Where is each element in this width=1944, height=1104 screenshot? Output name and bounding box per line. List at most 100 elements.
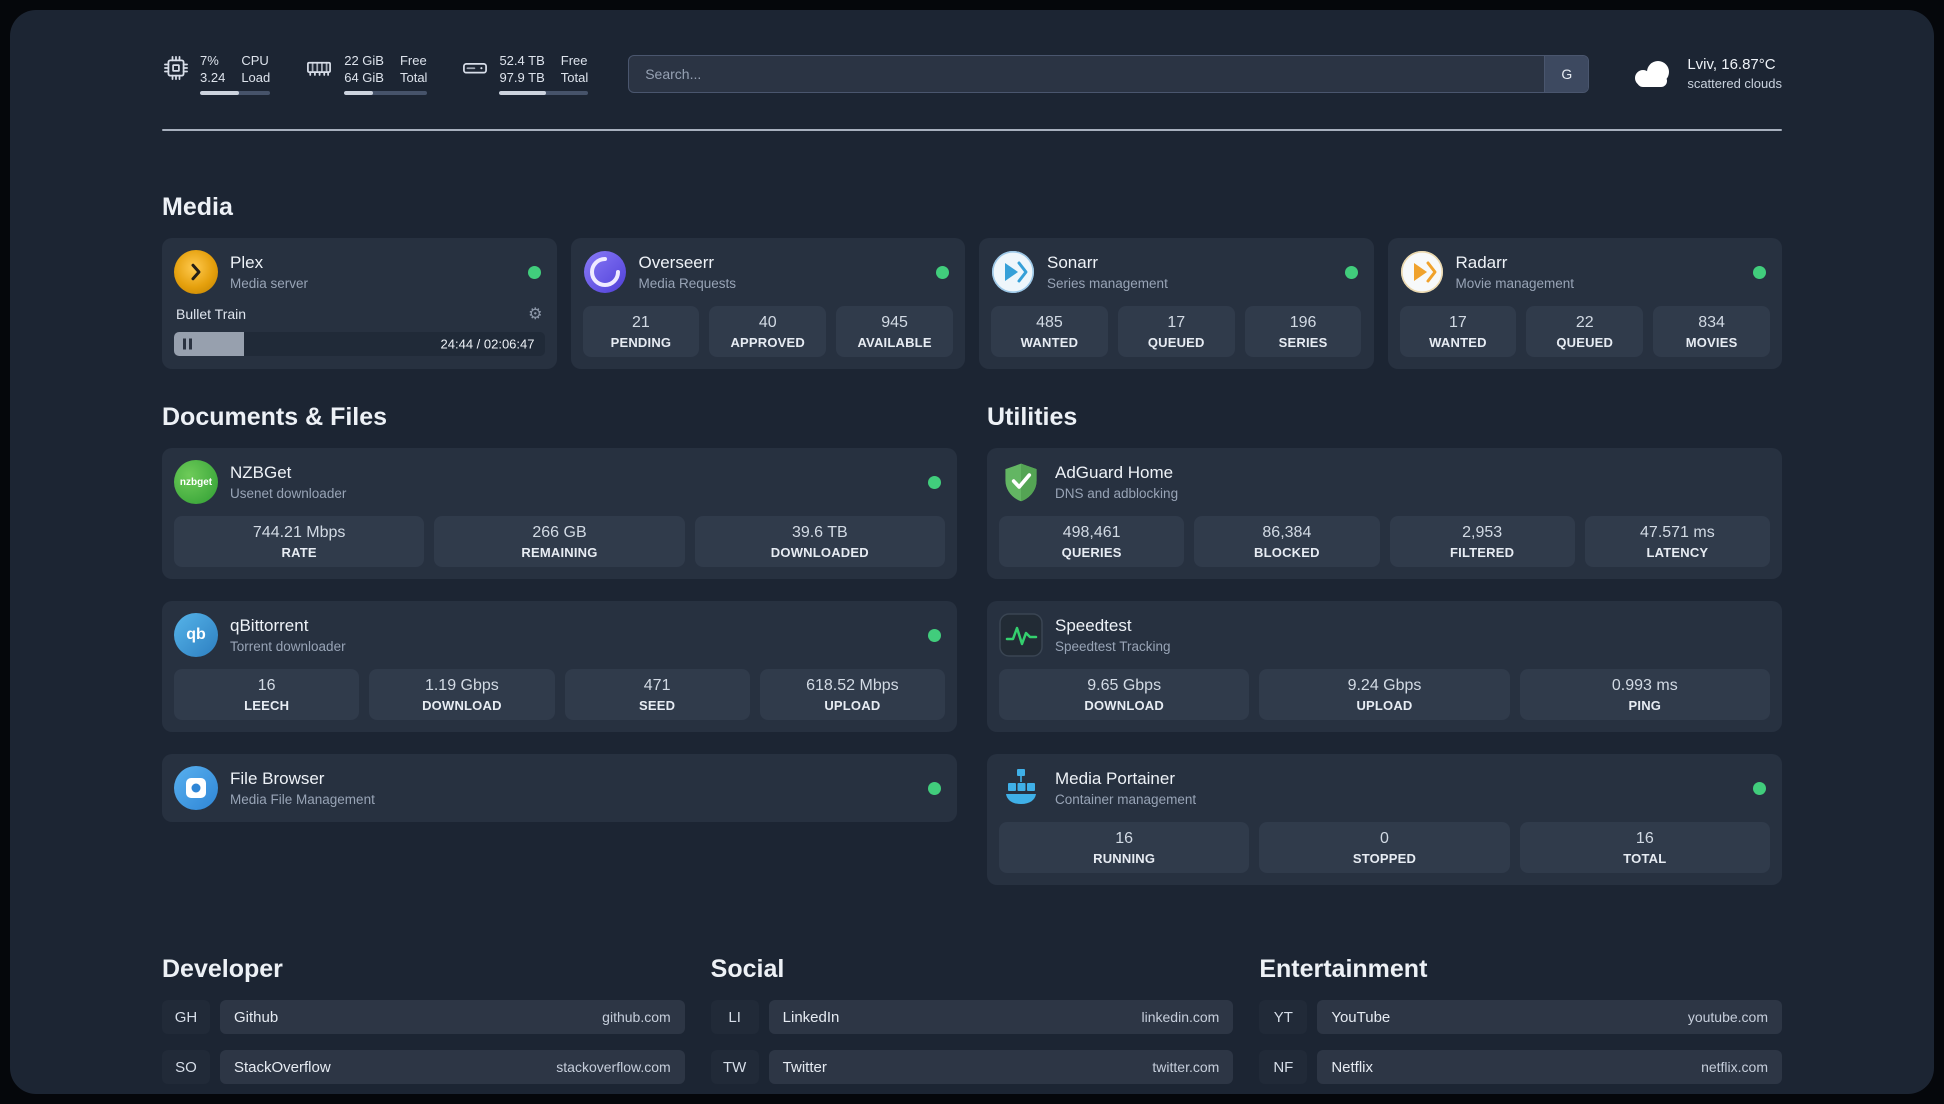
plex-progress-bar[interactable]: 24:44 / 02:06:47: [174, 332, 545, 356]
bookmark-abbr: TW: [710, 1050, 759, 1084]
stat-blocked: 86,384 BLOCKED: [1194, 516, 1380, 567]
service-name: File Browser: [230, 769, 325, 788]
section-title-developer: Developer: [162, 955, 283, 983]
stat-stopped: 0 STOPPED: [1259, 822, 1510, 873]
section-developer: Developer GH Github github.com SO StackO…: [162, 955, 685, 1094]
stat-leech: 16 LEECH: [174, 669, 360, 720]
bookmark-abbr: NF: [1259, 1050, 1308, 1084]
cpu-load-label: Load: [241, 70, 271, 85]
disk-free-label: Free: [560, 53, 588, 68]
adguard-icon: [999, 460, 1043, 504]
service-name: Plex: [230, 253, 264, 272]
service-card-qbittorrent[interactable]: qb qBittorrent Torrent downloader 16 LEE…: [162, 601, 957, 732]
status-dot: [928, 781, 941, 795]
memory-free-value: 22 GiB: [344, 53, 384, 68]
plex-track-title: Bullet Train: [176, 306, 247, 322]
weather-widget[interactable]: Lviv, 16.87°C scattered clouds: [1629, 56, 1782, 91]
bookmark-url: netflix.com: [1701, 1059, 1768, 1075]
search-input[interactable]: [629, 55, 1545, 92]
plex-settings-icon[interactable]: ⚙: [528, 304, 542, 324]
service-name: Media Portainer: [1055, 769, 1176, 788]
bookmark-name: YouTube: [1331, 1008, 1391, 1026]
stat-pending: 21 PENDING: [582, 306, 700, 357]
stat-available: 945 AVAILABLE: [836, 306, 953, 357]
stat-series: 196 SERIES: [1244, 306, 1362, 357]
status-dot: [1753, 781, 1766, 795]
qbittorrent-icon: qb: [174, 613, 218, 657]
disk-total-value: 97.9 TB: [499, 70, 545, 85]
service-description: Torrent downloader: [230, 639, 346, 654]
service-card-plex[interactable]: Plex Media server Bullet Train ⚙ 24:44 /…: [162, 238, 557, 369]
bookmark-abbr: SO: [162, 1050, 210, 1084]
weather-location: Lviv, 16.87°C: [1687, 56, 1776, 73]
cpu-percent: 7%: [200, 53, 219, 68]
cloud-icon: [1629, 57, 1675, 91]
stat-queued: 22 QUEUED: [1526, 306, 1644, 357]
status-dot: [1753, 265, 1766, 279]
disk-usage-bar: [499, 91, 589, 95]
stat-wanted: 17 WANTED: [1399, 306, 1517, 357]
stat-ping: 0.993 ms PING: [1519, 669, 1770, 720]
filebrowser-icon: [174, 766, 218, 810]
stat-remaining: 266 GB REMAINING: [434, 516, 685, 567]
bookmark-twitter[interactable]: TW Twitter twitter.com: [710, 1050, 1234, 1084]
service-name: Radarr: [1455, 253, 1508, 272]
bookmark-abbr: LI: [710, 1000, 759, 1034]
service-name: AdGuard Home: [1055, 463, 1174, 482]
bookmark-netflix[interactable]: NF Netflix netflix.com: [1259, 1050, 1782, 1084]
bookmark-url: twitter.com: [1152, 1059, 1220, 1075]
memory-free-label: Free: [399, 53, 427, 68]
bookmark-url: linkedin.com: [1141, 1009, 1220, 1025]
pause-icon[interactable]: [183, 338, 192, 350]
service-card-overseerr[interactable]: Overseerr Media Requests 21 PENDING 40 A…: [570, 238, 965, 369]
bookmark-youtube[interactable]: YT YouTube youtube.com: [1259, 1000, 1782, 1034]
disk-icon: [461, 54, 489, 82]
stat-seed: 471 SEED: [564, 669, 750, 720]
speedtest-icon: [999, 613, 1043, 657]
weather-condition: scattered clouds: [1687, 76, 1782, 91]
dashboard: 7% 3.24 CPU Load 22 GiB 64 GiB Free Tota…: [10, 10, 1934, 1094]
stat-downloaded: 39.6 TB DOWNLOADED: [694, 516, 945, 567]
bookmark-linkedin[interactable]: LI LinkedIn linkedin.com: [710, 1000, 1234, 1034]
service-card-adguard[interactable]: AdGuard Home DNS and adblocking 498,461 …: [987, 448, 1782, 579]
service-card-nzbget[interactable]: nzbget NZBGet Usenet downloader 744.21 M…: [162, 448, 957, 579]
sonarr-icon: [991, 250, 1035, 294]
status-dot: [928, 475, 941, 489]
service-card-portainer[interactable]: Media Portainer Container management 16 …: [987, 754, 1782, 885]
memory-total-label: Total: [399, 70, 428, 85]
stat-queued: 17 QUEUED: [1117, 306, 1235, 357]
section-documents: Documents & Files nzbget NZBGet Usenet d…: [162, 403, 957, 822]
stat-upload: 618.52 Mbps UPLOAD: [759, 669, 945, 720]
service-name: Sonarr: [1047, 253, 1099, 272]
bookmark-abbr: YT: [1259, 1000, 1308, 1034]
disk-usage-fill: [499, 91, 547, 95]
cpu-label: CPU: [241, 53, 269, 68]
bookmark-github[interactable]: GH Github github.com: [162, 1000, 685, 1034]
status-dot: [1344, 265, 1358, 279]
section-title-entertainment: Entertainment: [1259, 955, 1428, 983]
service-description: Series management: [1047, 276, 1168, 291]
section-title-social: Social: [710, 955, 785, 983]
bookmark-stackoverflow[interactable]: SO StackOverflow stackoverflow.com: [162, 1050, 685, 1084]
service-card-sonarr[interactable]: Sonarr Series management 485 WANTED 17 Q…: [979, 238, 1374, 369]
search-bar: G: [628, 54, 1590, 93]
service-card-filebrowser[interactable]: File Browser Media File Management: [162, 754, 957, 822]
bookmark-url: youtube.com: [1687, 1009, 1768, 1025]
section-title-documents: Documents & Files: [162, 403, 388, 431]
cpu-widget: 7% 3.24 CPU Load: [162, 52, 271, 95]
cpu-usage-bar: [200, 91, 271, 95]
disk-widget: 52.4 TB 97.9 TB Free Total: [461, 52, 589, 95]
status-dot: [936, 265, 949, 279]
cpu-usage-fill: [200, 91, 239, 95]
service-description: Media File Management: [230, 792, 375, 807]
stat-download: 9.65 Gbps DOWNLOAD: [999, 669, 1250, 720]
service-card-radarr[interactable]: Radarr Movie management 17 WANTED 22 QUE…: [1387, 238, 1782, 369]
search-provider-button[interactable]: G: [1544, 55, 1589, 92]
memory-icon: [304, 54, 334, 82]
stat-filtered: 2,953 FILTERED: [1389, 516, 1575, 567]
bookmark-name: Netflix: [1331, 1058, 1374, 1076]
bookmark-url: stackoverflow.com: [556, 1059, 671, 1075]
bookmark-name: StackOverflow: [234, 1058, 331, 1076]
cpu-icon: [162, 54, 190, 82]
service-card-speedtest[interactable]: Speedtest Speedtest Tracking 9.65 Gbps D…: [987, 601, 1782, 732]
